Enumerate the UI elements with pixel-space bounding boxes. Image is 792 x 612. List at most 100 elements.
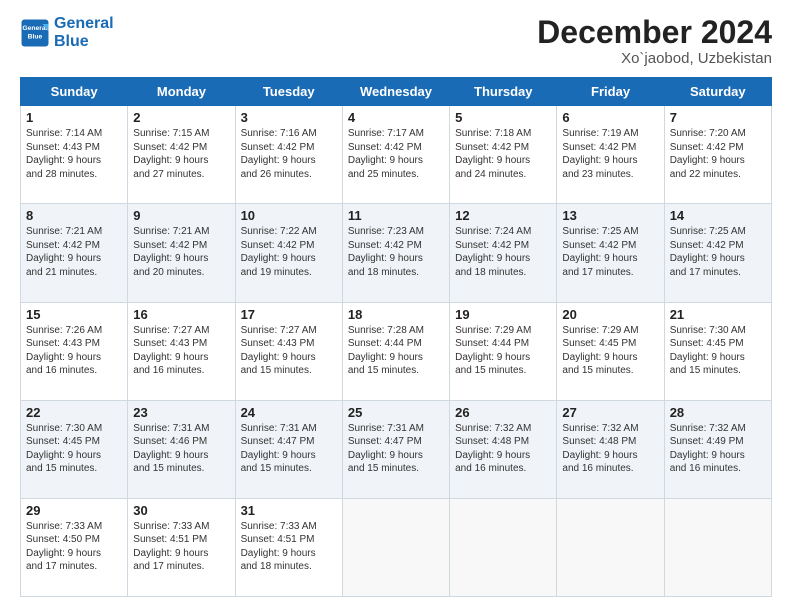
svg-text:General: General: [22, 25, 47, 32]
header-saturday: Saturday: [664, 78, 771, 106]
day-number: 14: [670, 208, 766, 223]
calendar-cell: 16 Sunrise: 7:27 AM Sunset: 4:43 PM Dayli…: [128, 302, 235, 400]
day-info: Sunrise: 7:33 AM Sunset: 4:51 PM Dayligh…: [133, 520, 229, 574]
header-sunday: Sunday: [21, 78, 128, 106]
day-number: 19: [455, 307, 551, 322]
day-info: Sunrise: 7:19 AM Sunset: 4:42 PM Dayligh…: [562, 127, 658, 181]
header: General Blue General Blue December 2024 …: [20, 15, 772, 67]
calendar-cell: 31 Sunrise: 7:33 AM Sunset: 4:51 PM Dayli…: [235, 498, 342, 596]
header-wednesday: Wednesday: [342, 78, 449, 106]
location: Xo`jaobod, Uzbekistan: [537, 50, 772, 67]
calendar-cell: 13 Sunrise: 7:25 AM Sunset: 4:42 PM Dayli…: [557, 204, 664, 302]
day-info: Sunrise: 7:32 AM Sunset: 4:48 PM Dayligh…: [455, 422, 551, 476]
day-number: 18: [348, 307, 444, 322]
day-number: 16: [133, 307, 229, 322]
calendar-cell: 8Sunrise: 7:21 AM Sunset: 4:42 PM Daylig…: [21, 204, 128, 302]
day-number: 10: [241, 208, 337, 223]
header-friday: Friday: [557, 78, 664, 106]
calendar-cell: 21 Sunrise: 7:30 AM Sunset: 4:45 PM Dayli…: [664, 302, 771, 400]
day-number: 15: [26, 307, 122, 322]
day-info: Sunrise: 7:15 AM Sunset: 4:42 PM Dayligh…: [133, 127, 229, 181]
day-info: Sunrise: 7:33 AM Sunset: 4:50 PM Dayligh…: [26, 520, 122, 574]
calendar-cell: 3Sunrise: 7:16 AM Sunset: 4:42 PM Daylig…: [235, 106, 342, 204]
calendar-cell: 23Sunrise: 7:31 AM Sunset: 4:46 PM Dayli…: [128, 400, 235, 498]
day-number: 2: [133, 110, 229, 125]
day-number: 12: [455, 208, 551, 223]
calendar-cell: 22 Sunrise: 7:30 AM Sunset: 4:45 PM Dayli…: [21, 400, 128, 498]
day-info: Sunrise: 7:21 AM Sunset: 4:42 PM Dayligh…: [26, 225, 122, 279]
day-info: Sunrise: 7:22 AM Sunset: 4:42 PM Dayligh…: [241, 225, 337, 279]
calendar-cell: 28Sunrise: 7:32 AM Sunset: 4:49 PM Dayli…: [664, 400, 771, 498]
page: General Blue General Blue December 2024 …: [0, 0, 792, 612]
day-number: 7: [670, 110, 766, 125]
day-info: Sunrise: 7:29 AM Sunset: 4:45 PM Dayligh…: [562, 324, 658, 378]
day-info: Sunrise: 7:24 AM Sunset: 4:42 PM Dayligh…: [455, 225, 551, 279]
header-thursday: Thursday: [450, 78, 557, 106]
calendar-cell: 6 Sunrise: 7:19 AM Sunset: 4:42 PM Daylig…: [557, 106, 664, 204]
calendar-cell: 9Sunrise: 7:21 AM Sunset: 4:42 PM Daylig…: [128, 204, 235, 302]
day-number: 30: [133, 503, 229, 518]
day-number: 1: [26, 110, 122, 125]
calendar-cell: [342, 498, 449, 596]
day-number: 22: [26, 405, 122, 420]
calendar-cell: 24 Sunrise: 7:31 AM Sunset: 4:47 PM Dayli…: [235, 400, 342, 498]
calendar-cell: 17 Sunrise: 7:27 AM Sunset: 4:43 PM Dayli…: [235, 302, 342, 400]
day-number: 5: [455, 110, 551, 125]
calendar: SundayMondayTuesdayWednesdayThursdayFrid…: [20, 77, 772, 597]
calendar-cell: 11Sunrise: 7:23 AM Sunset: 4:42 PM Dayli…: [342, 204, 449, 302]
calendar-header-row: SundayMondayTuesdayWednesdayThursdayFrid…: [21, 78, 772, 106]
calendar-cell: 19Sunrise: 7:29 AM Sunset: 4:44 PM Dayli…: [450, 302, 557, 400]
calendar-cell: 12 Sunrise: 7:24 AM Sunset: 4:42 PM Dayli…: [450, 204, 557, 302]
week-row-1: 1 Sunrise: 7:14 AM Sunset: 4:43 PM Daylig…: [21, 106, 772, 204]
day-info: Sunrise: 7:27 AM Sunset: 4:43 PM Dayligh…: [241, 324, 337, 378]
calendar-cell: 1 Sunrise: 7:14 AM Sunset: 4:43 PM Daylig…: [21, 106, 128, 204]
day-number: 21: [670, 307, 766, 322]
day-number: 23: [133, 405, 229, 420]
title-block: December 2024 Xo`jaobod, Uzbekistan: [537, 15, 772, 67]
month-title: December 2024: [537, 15, 772, 50]
calendar-cell: 14Sunrise: 7:25 AM Sunset: 4:42 PM Dayli…: [664, 204, 771, 302]
calendar-cell: 18Sunrise: 7:28 AM Sunset: 4:44 PM Dayli…: [342, 302, 449, 400]
calendar-cell: 4 Sunrise: 7:17 AM Sunset: 4:42 PM Daylig…: [342, 106, 449, 204]
day-info: Sunrise: 7:31 AM Sunset: 4:47 PM Dayligh…: [241, 422, 337, 476]
svg-text:Blue: Blue: [28, 33, 43, 40]
logo-icon: General Blue: [20, 18, 50, 48]
day-number: 13: [562, 208, 658, 223]
logo: General Blue General Blue: [20, 15, 114, 50]
week-row-3: 15Sunrise: 7:26 AM Sunset: 4:43 PM Dayli…: [21, 302, 772, 400]
day-info: Sunrise: 7:33 AM Sunset: 4:51 PM Dayligh…: [241, 520, 337, 574]
calendar-cell: 7 Sunrise: 7:20 AM Sunset: 4:42 PM Daylig…: [664, 106, 771, 204]
day-number: 11: [348, 208, 444, 223]
calendar-cell: 27 Sunrise: 7:32 AM Sunset: 4:48 PM Dayli…: [557, 400, 664, 498]
day-info: Sunrise: 7:14 AM Sunset: 4:43 PM Dayligh…: [26, 127, 122, 181]
week-row-2: 8Sunrise: 7:21 AM Sunset: 4:42 PM Daylig…: [21, 204, 772, 302]
day-number: 17: [241, 307, 337, 322]
calendar-cell: 15Sunrise: 7:26 AM Sunset: 4:43 PM Dayli…: [21, 302, 128, 400]
day-info: Sunrise: 7:30 AM Sunset: 4:45 PM Dayligh…: [670, 324, 766, 378]
day-number: 4: [348, 110, 444, 125]
day-number: 27: [562, 405, 658, 420]
calendar-cell: [664, 498, 771, 596]
logo-text: General Blue: [54, 15, 114, 50]
day-info: Sunrise: 7:30 AM Sunset: 4:45 PM Dayligh…: [26, 422, 122, 476]
day-info: Sunrise: 7:20 AM Sunset: 4:42 PM Dayligh…: [670, 127, 766, 181]
calendar-cell: [557, 498, 664, 596]
day-info: Sunrise: 7:25 AM Sunset: 4:42 PM Dayligh…: [562, 225, 658, 279]
day-info: Sunrise: 7:32 AM Sunset: 4:48 PM Dayligh…: [562, 422, 658, 476]
day-number: 6: [562, 110, 658, 125]
week-row-4: 22 Sunrise: 7:30 AM Sunset: 4:45 PM Dayli…: [21, 400, 772, 498]
day-info: Sunrise: 7:18 AM Sunset: 4:42 PM Dayligh…: [455, 127, 551, 181]
day-number: 28: [670, 405, 766, 420]
day-number: 26: [455, 405, 551, 420]
day-number: 3: [241, 110, 337, 125]
calendar-cell: 25Sunrise: 7:31 AM Sunset: 4:47 PM Dayli…: [342, 400, 449, 498]
day-info: Sunrise: 7:17 AM Sunset: 4:42 PM Dayligh…: [348, 127, 444, 181]
calendar-cell: 5 Sunrise: 7:18 AM Sunset: 4:42 PM Daylig…: [450, 106, 557, 204]
day-number: 31: [241, 503, 337, 518]
day-number: 24: [241, 405, 337, 420]
calendar-cell: 2 Sunrise: 7:15 AM Sunset: 4:42 PM Daylig…: [128, 106, 235, 204]
day-info: Sunrise: 7:27 AM Sunset: 4:43 PM Dayligh…: [133, 324, 229, 378]
calendar-cell: 26 Sunrise: 7:32 AM Sunset: 4:48 PM Dayli…: [450, 400, 557, 498]
day-info: Sunrise: 7:21 AM Sunset: 4:42 PM Dayligh…: [133, 225, 229, 279]
day-info: Sunrise: 7:31 AM Sunset: 4:47 PM Dayligh…: [348, 422, 444, 476]
